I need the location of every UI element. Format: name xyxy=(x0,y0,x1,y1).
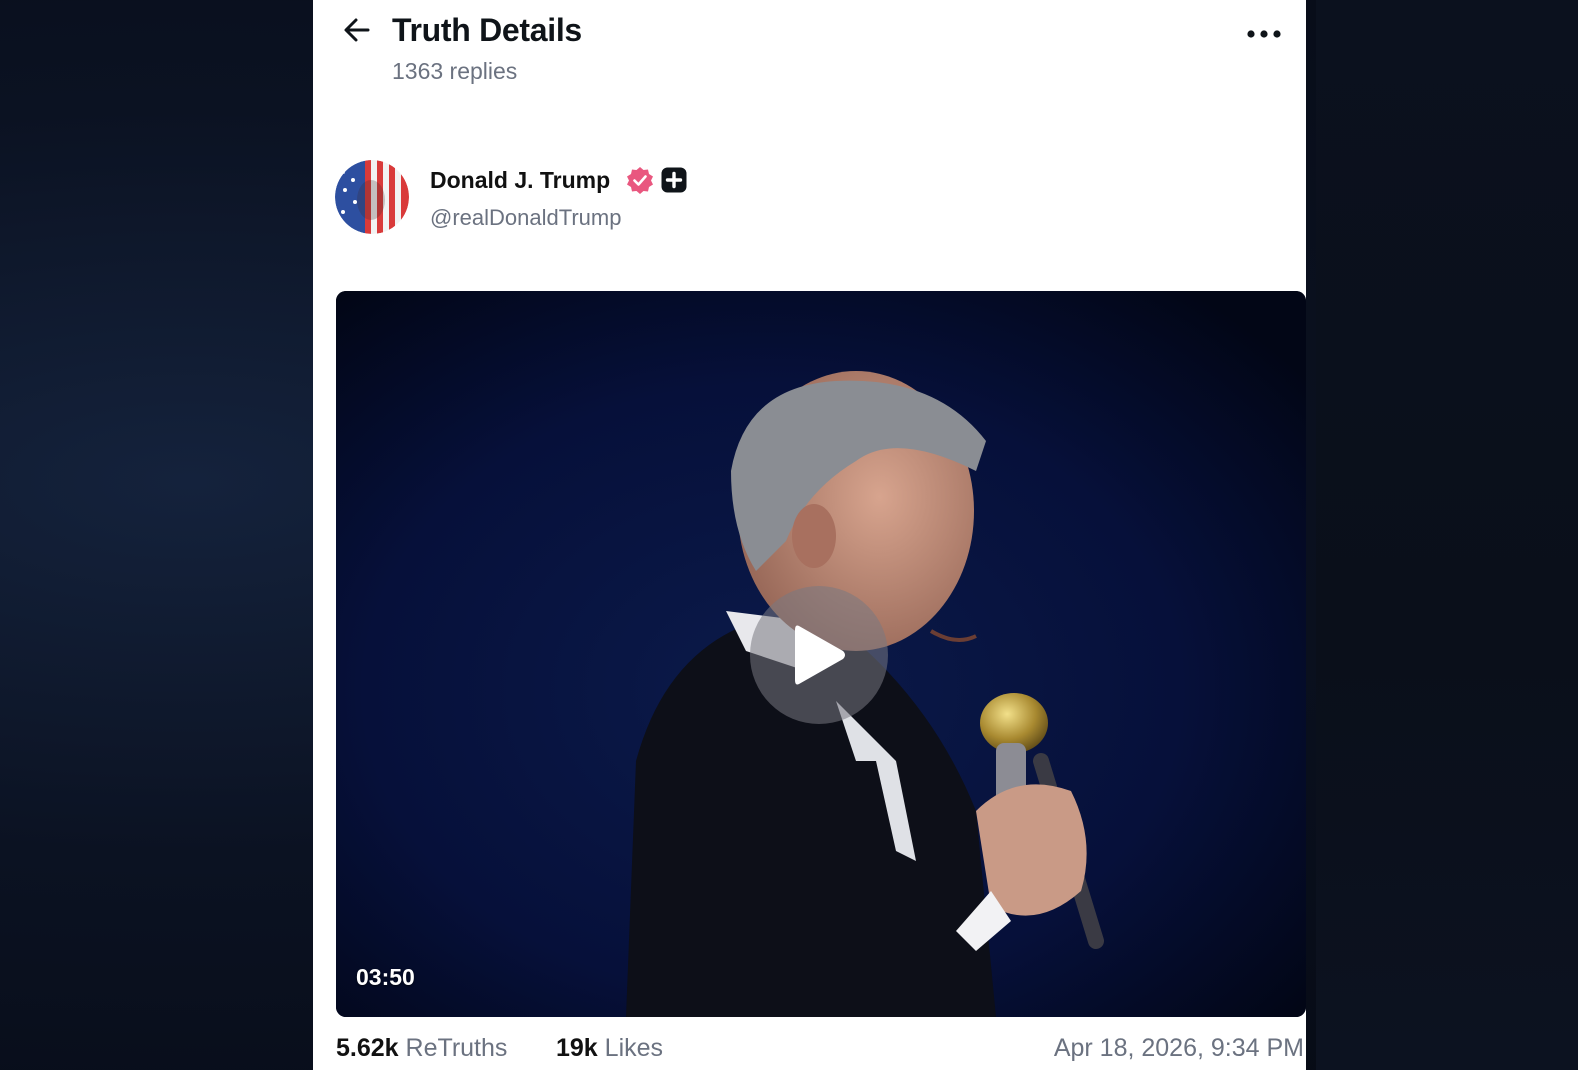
retruths-label: ReTruths xyxy=(405,1034,508,1062)
back-button[interactable] xyxy=(339,12,375,48)
play-button[interactable] xyxy=(750,586,888,724)
page-header: Truth Details 1363 replies xyxy=(313,0,1306,110)
post-timestamp: Apr 18, 2026, 9:34 PM xyxy=(1053,1034,1304,1062)
verified-badge-icon xyxy=(627,167,653,194)
author-handle[interactable]: @realDonaldTrump xyxy=(430,205,621,231)
page-backdrop-right xyxy=(1316,0,1578,1070)
page-title: Truth Details xyxy=(392,12,582,48)
retruths-count: 5.62k xyxy=(336,1034,399,1062)
author-name[interactable]: Donald J. Trump xyxy=(430,167,610,194)
arrow-left-icon xyxy=(344,18,370,42)
plus-badge-icon xyxy=(661,167,687,193)
replies-count: 1363 replies xyxy=(392,58,518,84)
play-icon xyxy=(795,625,845,685)
retruths-stat[interactable]: 5.62k ReTruths xyxy=(336,1034,507,1063)
likes-count: 19k xyxy=(556,1034,598,1062)
author-badges xyxy=(626,166,688,194)
truth-details-panel: Truth Details 1363 replies Donald J. Tru… xyxy=(313,0,1306,1070)
video-duration: 03:50 xyxy=(356,964,415,990)
avatar[interactable] xyxy=(335,160,409,234)
post-stats: 5.62k ReTruths 19k Likes Apr 18, 2026, 9… xyxy=(336,1034,1306,1070)
ellipsis-icon xyxy=(1247,30,1281,38)
likes-stat[interactable]: 19k Likes xyxy=(556,1034,663,1063)
post-author: Donald J. Trump @realDonaldTrump xyxy=(335,160,1235,240)
likes-label: Likes xyxy=(604,1034,664,1062)
more-options-button[interactable] xyxy=(1242,18,1286,50)
video-player[interactable]: 03:50 xyxy=(336,291,1306,1017)
